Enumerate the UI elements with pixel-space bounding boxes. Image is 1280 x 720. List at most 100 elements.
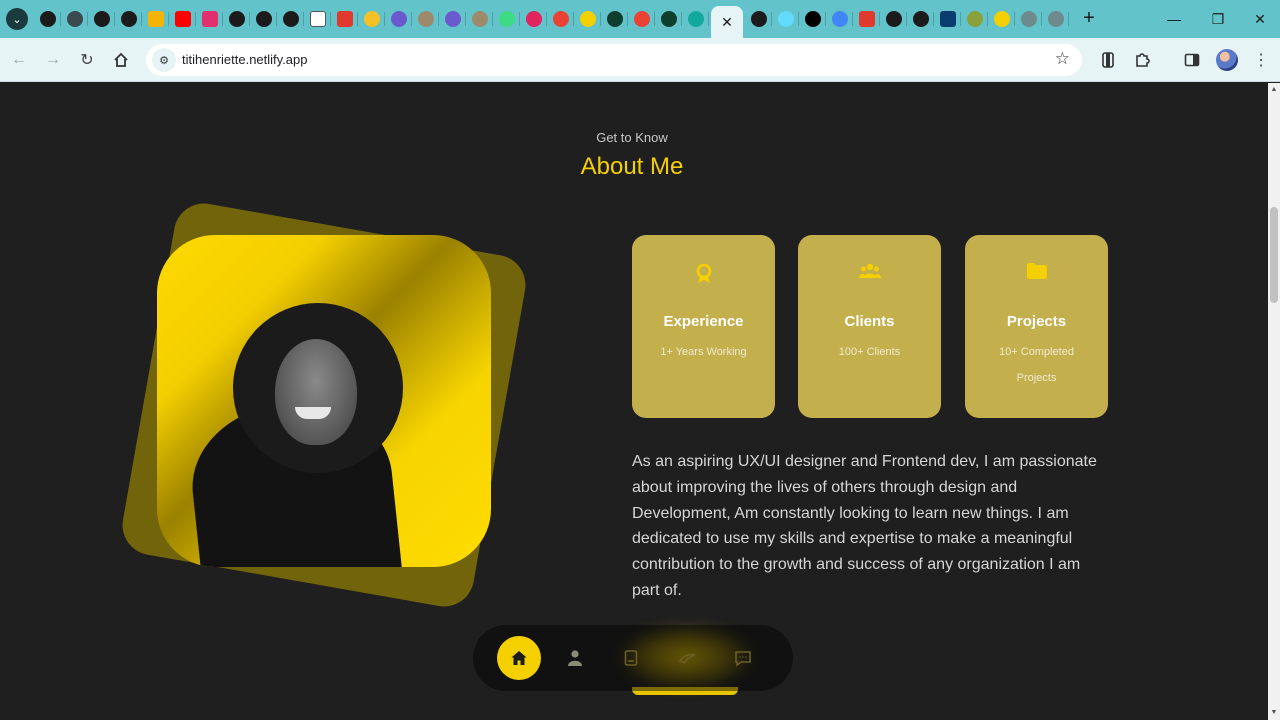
olx-icon	[66, 11, 83, 27]
nav-experience[interactable]	[609, 636, 653, 680]
book-icon	[624, 650, 638, 666]
browser-tab[interactable]	[115, 0, 142, 38]
kebab-menu-icon: ⋮	[1253, 52, 1269, 69]
nav-home[interactable]	[497, 636, 541, 680]
browser-menu-button[interactable]: ⋮	[1247, 46, 1275, 74]
tab-search-button[interactable]: ⌄	[6, 8, 28, 30]
back-button[interactable]: ←	[5, 46, 33, 74]
browser-tab[interactable]	[304, 0, 331, 38]
chevron-down-icon: ⌄	[12, 13, 22, 26]
github-icon	[93, 11, 110, 27]
url-text[interactable]: titihenriette.netlify.app	[182, 52, 308, 67]
nav-services[interactable]	[665, 636, 709, 680]
browser-tab[interactable]	[520, 0, 547, 38]
browser-tab[interactable]	[628, 0, 655, 38]
browser-tab[interactable]	[682, 0, 709, 38]
floating-nav	[473, 625, 793, 691]
site-info-button[interactable]: ⚙	[152, 48, 176, 72]
bookmark-star-icon[interactable]: ☆	[1055, 49, 1070, 69]
new-tab-button[interactable]: +	[1078, 8, 1100, 30]
minimize-button[interactable]: —	[1152, 0, 1196, 38]
browser-tab[interactable]	[412, 0, 439, 38]
browser-tab[interactable]	[907, 0, 934, 38]
scroll-down-icon[interactable]: ▼	[1270, 709, 1278, 716]
globe-icon	[417, 11, 434, 27]
user-icon	[568, 650, 582, 666]
profile-avatar[interactable]	[1216, 49, 1238, 71]
address-bar[interactable]: ⚙ titihenriette.netlify.app ☆	[146, 44, 1082, 76]
browser-tab[interactable]	[196, 0, 223, 38]
browser-tab[interactable]	[169, 0, 196, 38]
browser-tab[interactable]	[61, 0, 88, 38]
card-subtitle: 1+ Years Working	[660, 346, 747, 358]
browser-tab[interactable]	[250, 0, 277, 38]
browser-tab[interactable]	[655, 0, 682, 38]
browser-tab[interactable]	[223, 0, 250, 38]
page-scrollbar[interactable]: ▲ ▼	[1268, 83, 1280, 720]
wikipedia-icon	[309, 11, 326, 27]
users-icon	[858, 263, 881, 278]
browser-tab[interactable]	[853, 0, 880, 38]
side-panel-icon	[1184, 53, 1200, 67]
browser-tab[interactable]	[385, 0, 412, 38]
restore-button[interactable]: ❐	[1196, 0, 1240, 38]
browser-tab[interactable]	[466, 0, 493, 38]
nav-about[interactable]	[553, 636, 597, 680]
arrow-left-icon: ←	[11, 51, 27, 68]
browser-tab[interactable]	[1042, 0, 1069, 38]
browser-tab[interactable]	[988, 0, 1015, 38]
minimize-icon: —	[1167, 11, 1181, 27]
browser-tab[interactable]	[772, 0, 799, 38]
browser-tab[interactable]	[574, 0, 601, 38]
home-icon	[511, 651, 527, 665]
browser-tab[interactable]	[88, 0, 115, 38]
browser-tab[interactable]	[493, 0, 520, 38]
browser-tab[interactable]	[826, 0, 853, 38]
browser-tab[interactable]	[601, 0, 628, 38]
openai-icon	[660, 11, 677, 27]
scroll-up-icon[interactable]: ▲	[1270, 86, 1278, 93]
home-button[interactable]	[107, 46, 135, 74]
section-kicker: Get to Know	[596, 130, 668, 145]
browser-tab[interactable]	[745, 0, 772, 38]
photo-figure-face	[275, 339, 357, 445]
reload-button[interactable]: ↻	[73, 46, 101, 74]
browser-tab[interactable]	[934, 0, 961, 38]
card-subtitle: 100+ Clients	[838, 346, 901, 358]
browser-tab[interactable]	[1015, 0, 1042, 38]
scrollbar-thumb[interactable]	[1270, 207, 1278, 303]
extension-button[interactable]	[1094, 46, 1122, 74]
browser-tab[interactable]	[331, 0, 358, 38]
tab-strip: ⌄ ✕ + — ❐ ✕	[0, 0, 1280, 38]
extensions-menu-button[interactable]	[1128, 46, 1156, 74]
azure-icon	[939, 11, 956, 27]
browser-tab[interactable]	[961, 0, 988, 38]
card-experience: Experience 1+ Years Working	[632, 235, 775, 418]
message-icon	[735, 651, 751, 667]
award-icon	[696, 263, 711, 283]
nav-contact[interactable]	[721, 636, 765, 680]
folder-icon	[1026, 263, 1047, 279]
restore-icon: ❐	[1211, 10, 1225, 27]
browser-tab[interactable]	[547, 0, 574, 38]
browser-tab[interactable]	[880, 0, 907, 38]
browser-tab[interactable]	[358, 0, 385, 38]
browser-tab[interactable]	[34, 0, 61, 38]
services-icon	[678, 653, 696, 665]
browser-tab[interactable]	[439, 0, 466, 38]
browser-tab[interactable]	[799, 0, 826, 38]
close-tab-icon[interactable]: ✕	[721, 14, 733, 31]
browser-tab[interactable]	[142, 0, 169, 38]
sun-icon	[579, 11, 596, 27]
notion-red-icon	[336, 11, 353, 27]
side-panel-button[interactable]	[1178, 46, 1206, 74]
about-cards: Experience 1+ Years Working Clients 100+…	[632, 235, 1108, 418]
forward-button[interactable]: →	[39, 46, 67, 74]
browser-tab[interactable]	[277, 0, 304, 38]
active-tab[interactable]: ✕	[711, 6, 743, 38]
gmail-icon	[633, 11, 650, 27]
close-window-button[interactable]: ✕	[1238, 0, 1280, 38]
globe-icon	[1020, 11, 1037, 27]
react-icon	[777, 11, 794, 27]
arrow-right-icon: →	[45, 51, 61, 68]
